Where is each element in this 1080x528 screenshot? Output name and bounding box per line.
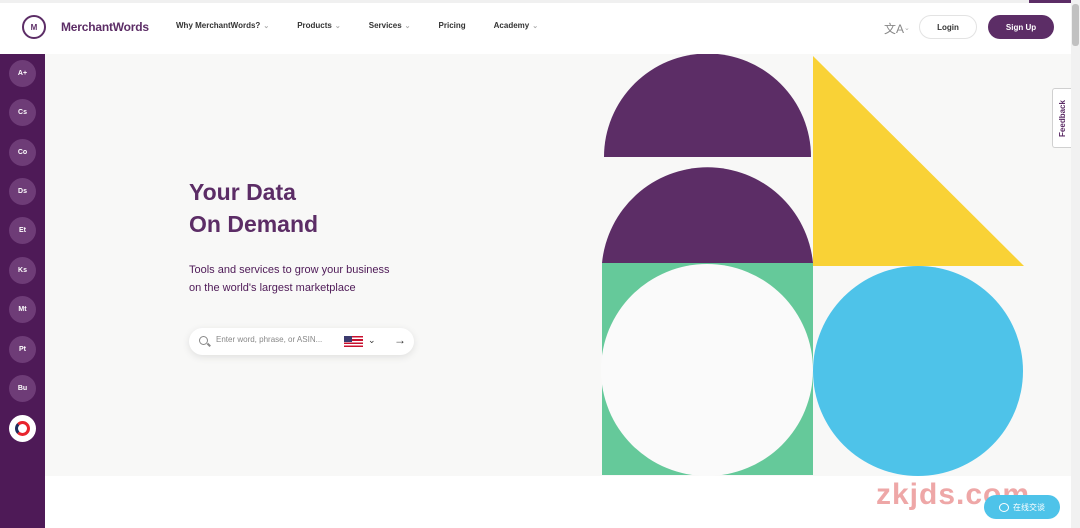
search-bar: ⌄ → xyxy=(189,328,414,355)
arrow-right-icon[interactable]: → xyxy=(394,333,406,347)
tool-sidebar: A+ Cs Co Ds Et Ks Mt Pt Bu xyxy=(0,54,45,528)
nav-item-academy[interactable]: Academy ⌄ xyxy=(494,21,538,30)
nav-item-pricing[interactable]: Pricing xyxy=(439,21,466,30)
sidebar-item-ds[interactable]: Ds xyxy=(9,178,36,205)
login-button[interactable]: Login xyxy=(919,15,977,39)
chevron-down-icon: ⌄ xyxy=(532,22,539,30)
partner-logo-icon[interactable] xyxy=(9,415,36,442)
chevron-down-icon: ⌄ xyxy=(904,25,910,32)
sidebar-item-et[interactable]: Et xyxy=(9,217,36,244)
sidebar-item-pt[interactable]: Pt xyxy=(9,336,36,363)
sidebar-item-co[interactable]: Co xyxy=(9,139,36,166)
nav-item-why-merchantwords[interactable]: Why MerchantWords? ⌄ xyxy=(176,21,269,30)
translate-icon[interactable]: 文A xyxy=(883,18,905,38)
main-nav: Why MerchantWords? ⌄ Products ⌄ Services ⌄ … xyxy=(176,21,566,30)
sidebar-item-a-plus[interactable]: A+ xyxy=(9,60,36,87)
sidebar-item-ks[interactable]: Ks xyxy=(9,257,36,284)
feedback-tab[interactable]: Feedback xyxy=(1052,88,1071,148)
hero-shape-top-semicircle xyxy=(604,54,811,157)
nav-item-products[interactable]: Products ⌄ xyxy=(297,21,341,30)
hero-shape-white-circle xyxy=(601,264,813,476)
logo-text[interactable]: MerchantWords xyxy=(61,20,149,34)
signup-button[interactable]: Sign Up xyxy=(988,15,1054,39)
search-input[interactable] xyxy=(216,335,339,344)
sidebar-item-bu[interactable]: Bu xyxy=(9,375,36,402)
chevron-down-icon: ⌄ xyxy=(404,22,411,30)
us-flag-icon[interactable] xyxy=(344,336,363,347)
nav-item-services[interactable]: Services ⌄ xyxy=(369,21,411,30)
hero-title: Your Data On Demand xyxy=(189,179,319,237)
sidebar-item-mt[interactable]: Mt xyxy=(9,296,36,323)
scrollbar[interactable] xyxy=(1071,0,1080,528)
chevron-down-icon: ⌄ xyxy=(263,22,270,30)
live-chat-button[interactable]: 在线交谈 xyxy=(984,495,1060,519)
hero-shape-mid-semicircle xyxy=(602,167,813,263)
sidebar-item-cs[interactable]: Cs xyxy=(9,99,36,126)
chevron-down-icon: ⌄ xyxy=(334,22,341,30)
hero-subtitle: Tools and services to grow your business… xyxy=(189,264,390,294)
chevron-down-icon[interactable]: ⌄ xyxy=(368,335,376,346)
chat-bubble-icon xyxy=(999,502,1009,512)
hero-shape-yellow-triangle xyxy=(813,56,1024,266)
hero-shape-blue-circle xyxy=(813,266,1023,476)
site-header: M MerchantWords Why MerchantWords? ⌄ Prod… xyxy=(0,3,1071,54)
logo-mark-icon[interactable]: M xyxy=(22,15,46,39)
search-icon xyxy=(199,336,208,345)
scrollbar-thumb[interactable] xyxy=(1072,4,1079,46)
